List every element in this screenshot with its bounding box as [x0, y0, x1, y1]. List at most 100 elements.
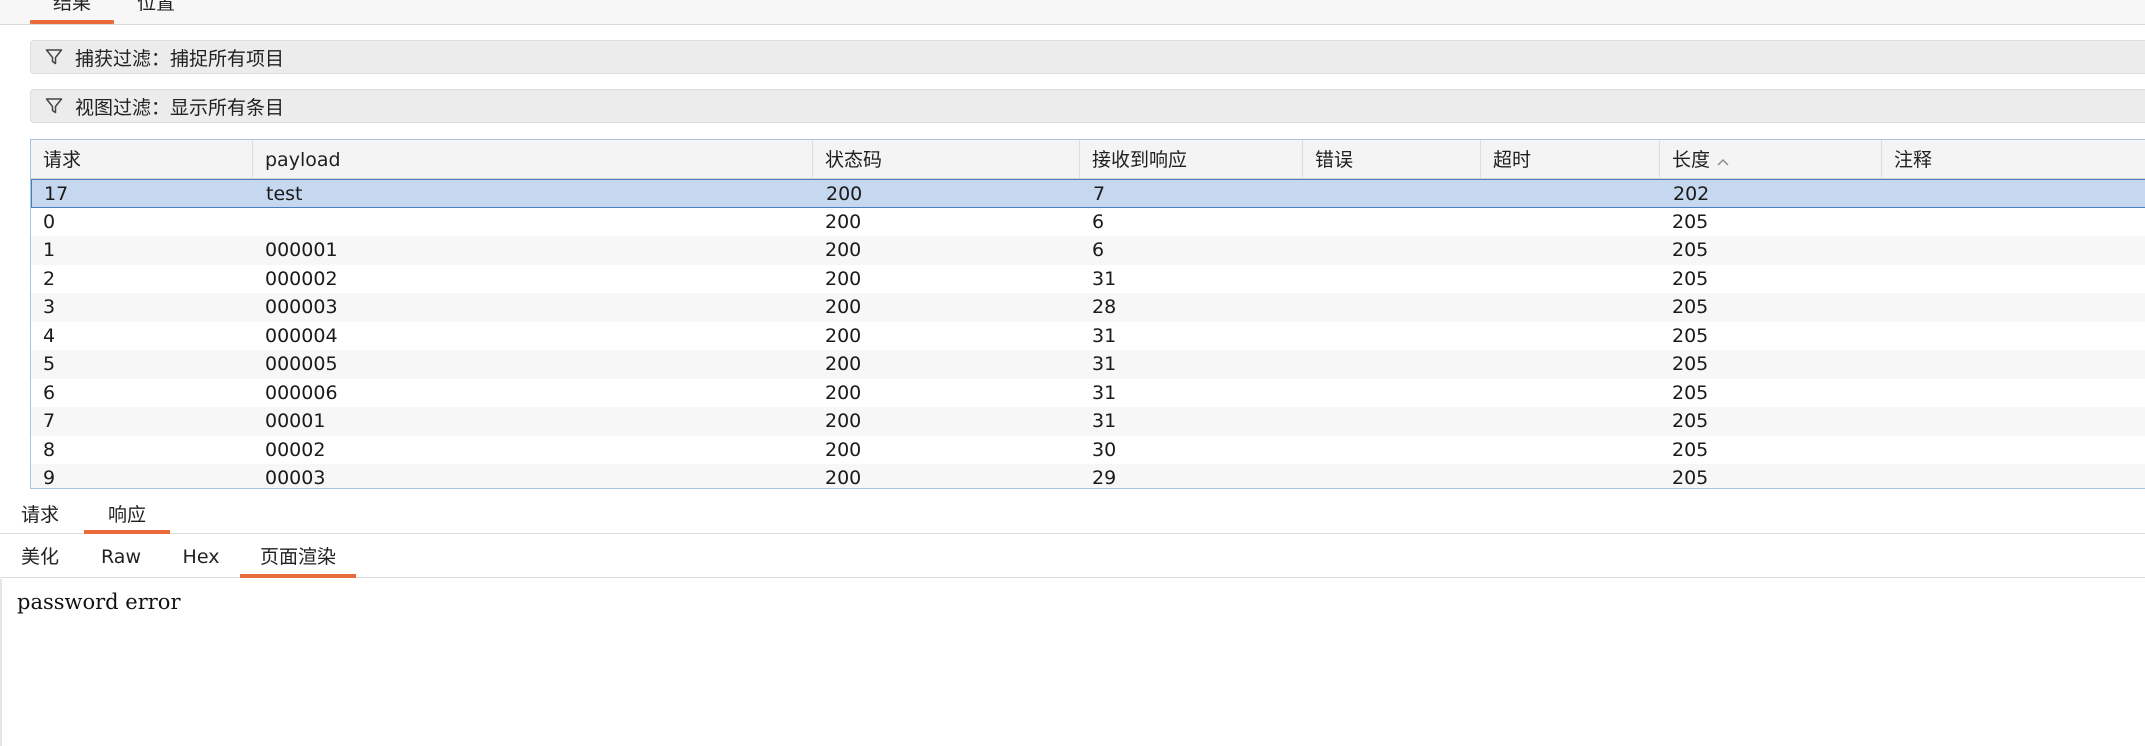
cell-timeout [1481, 265, 1660, 293]
cell-request: 6 [43, 381, 56, 404]
cell-error [1304, 180, 1482, 208]
table-row[interactable]: 0 200 6 205 [31, 208, 2145, 237]
cell-response-received: 31 [1092, 353, 1117, 375]
tab-pretty[interactable]: 美化 [14, 536, 66, 578]
cell-length: 202 [1673, 183, 1710, 205]
cell-status-code: 200 [825, 410, 862, 432]
table-row[interactable]: 9 00003 200 29 205 [31, 464, 2145, 489]
cell-response-received: 29 [1092, 467, 1117, 489]
cell-request: 8 [43, 438, 56, 461]
cell-status-code: 200 [825, 296, 862, 318]
sort-ascending-icon [1716, 141, 1730, 181]
cell-response-received: 30 [1092, 438, 1117, 461]
table-row[interactable]: 2 000002 200 31 205 [31, 265, 2145, 294]
cell-timeout [1482, 180, 1661, 208]
table-row[interactable]: 4 000004 200 31 205 [31, 322, 2145, 351]
view-filter-bar[interactable]: 视图过滤：显示所有条目 [30, 89, 2145, 123]
tab-response[interactable]: 响应 [84, 498, 170, 534]
cell-response-received: 31 [1092, 324, 1117, 347]
cell-payload: test [266, 183, 303, 205]
column-header-timeout[interactable]: 超时 [1481, 140, 1660, 179]
column-header-comment[interactable]: 注释 [1882, 140, 2145, 179]
cell-length: 205 [1672, 267, 1709, 290]
cell-payload: 00003 [265, 467, 326, 489]
cell-error [1303, 379, 1481, 407]
cell-payload: 000002 [265, 267, 338, 290]
capture-filter-bar[interactable]: 捕获过滤：捕捉所有项目 [30, 40, 2145, 74]
tab-raw[interactable]: Raw [96, 536, 146, 578]
tab-results[interactable]: 结果 [30, 0, 114, 24]
column-header-length[interactable]: 长度 [1660, 140, 1882, 179]
cell-request: 17 [44, 183, 69, 205]
table-row[interactable]: 6 000006 200 31 205 [31, 379, 2145, 408]
table-row[interactable]: 17 test 200 7 202 [31, 179, 2145, 208]
cell-request: 1 [43, 239, 56, 261]
column-header-request[interactable]: 请求 [31, 140, 253, 179]
table-row[interactable]: 7 00001 200 31 205 [31, 407, 2145, 436]
cell-length: 205 [1672, 467, 1709, 489]
cell-error [1303, 236, 1481, 264]
capture-filter-label: 捕获过滤：捕捉所有项目 [75, 47, 285, 70]
table-row[interactable]: 3 000003 200 28 205 [31, 293, 2145, 322]
tab-hex[interactable]: Hex [178, 536, 224, 578]
cell-payload: 000006 [265, 381, 338, 404]
cell-response-received: 28 [1092, 296, 1117, 318]
column-header-payload[interactable]: payload [253, 140, 813, 179]
cell-timeout [1481, 322, 1660, 350]
table-row[interactable]: 1 000001 200 6 205 [31, 236, 2145, 265]
cell-comment [1882, 464, 2145, 488]
cell-timeout [1481, 464, 1660, 488]
tab-positions[interactable]: 位置 [126, 0, 186, 24]
tab-request[interactable]: 请求 [18, 498, 62, 534]
tab-render[interactable]: 页面渲染 [240, 536, 356, 578]
cell-response-received: 7 [1093, 183, 1106, 205]
cell-response-received: 31 [1092, 410, 1117, 432]
cell-comment [1882, 265, 2145, 293]
cell-error [1303, 208, 1481, 236]
cell-comment [1882, 208, 2145, 236]
request-response-tab-bar: 请求 响应 [0, 498, 2145, 534]
cell-timeout [1481, 208, 1660, 236]
cell-timeout [1481, 436, 1660, 464]
cell-comment [1882, 293, 2145, 321]
cell-timeout [1481, 293, 1660, 321]
cell-comment [1883, 180, 2145, 208]
cell-error [1303, 350, 1481, 378]
column-header-error[interactable]: 错误 [1303, 140, 1481, 179]
cell-request: 9 [43, 467, 56, 489]
response-view-tab-bar: 美化 Raw Hex 页面渲染 [0, 536, 2145, 578]
cell-comment [1882, 436, 2145, 464]
cell-comment [1882, 350, 2145, 378]
table-header: 请求 payload 状态码 接收到响应 错误 超时 长度 注释 [31, 140, 2145, 179]
render-output-pane: password error [0, 579, 2145, 746]
cell-payload: 000004 [265, 324, 338, 347]
cell-length: 205 [1672, 324, 1709, 347]
render-output-text: password error [17, 590, 181, 614]
cell-comment [1882, 236, 2145, 264]
results-table: 请求 payload 状态码 接收到响应 错误 超时 长度 注释 17 test 2… [30, 139, 2145, 489]
cell-error [1303, 464, 1481, 488]
cell-timeout [1481, 379, 1660, 407]
table-row[interactable]: 8 00002 200 30 205 [31, 436, 2145, 465]
column-header-response-received[interactable]: 接收到响应 [1080, 140, 1303, 179]
table-row[interactable]: 5 000005 200 31 205 [31, 350, 2145, 379]
cell-request: 5 [43, 353, 56, 375]
cell-error [1303, 322, 1481, 350]
cell-length: 205 [1672, 353, 1709, 375]
filter-icon [41, 93, 67, 119]
cell-error [1303, 436, 1481, 464]
cell-length: 205 [1672, 210, 1709, 233]
filter-icon [41, 44, 67, 70]
view-filter-label: 视图过滤：显示所有条目 [75, 96, 285, 119]
cell-comment [1882, 407, 2145, 435]
cell-length: 205 [1672, 239, 1709, 261]
cell-length: 205 [1672, 410, 1709, 432]
cell-payload: 000005 [265, 353, 338, 375]
cell-timeout [1481, 236, 1660, 264]
column-header-status-code[interactable]: 状态码 [813, 140, 1080, 179]
cell-request: 2 [43, 267, 56, 290]
cell-status-code: 200 [825, 239, 862, 261]
cell-timeout [1481, 407, 1660, 435]
cell-length: 205 [1672, 296, 1709, 318]
cell-comment [1882, 379, 2145, 407]
